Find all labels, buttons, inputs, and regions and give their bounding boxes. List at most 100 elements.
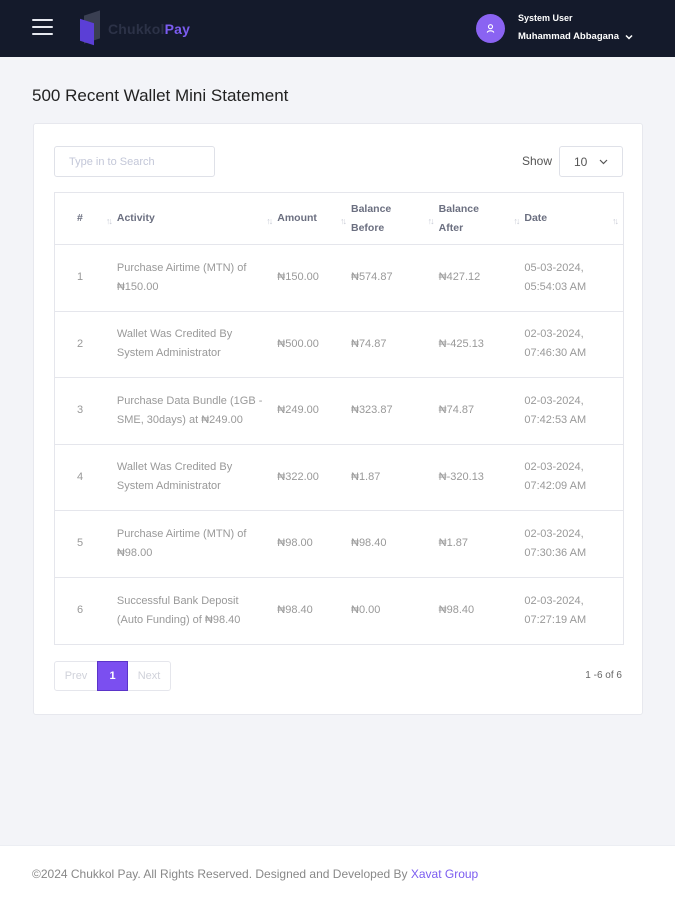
- column-header-balance-before-line2: Before: [351, 221, 385, 234]
- row-index: 3: [77, 404, 84, 417]
- row-activity-line1: Successful Bank Deposit: [116, 594, 239, 607]
- user-menu-toggle[interactable]: Muhammad Abbagana: [518, 31, 633, 42]
- row-date-line2: 05:54:03 AM: [524, 280, 587, 293]
- row-amount: ₦98.00: [277, 537, 313, 550]
- column-header-index-label: #: [77, 212, 83, 224]
- row-activity-line1: Purchase Airtime (MTN) of: [116, 527, 247, 540]
- show-label: Show: [522, 154, 553, 168]
- row-activity-line1: Purchase Data Bundle (1GB -: [116, 394, 263, 407]
- row-date-line1: 02-03-2024,: [524, 461, 584, 474]
- table-row: 5 Purchase Airtime (MTN) of ₦98.00 ₦98.00…: [55, 511, 623, 578]
- row-date-line2: 07:27:19 AM: [524, 613, 587, 626]
- row-activity-line1: Wallet Was Credited By: [116, 328, 233, 341]
- row-date: 02-03-2024, 07:42:09 AM: [524, 445, 623, 511]
- row-balance-before: ₦574.87: [351, 271, 393, 284]
- row-date-line1: 05-03-2024,: [524, 261, 584, 274]
- row-amount: ₦150.00: [277, 271, 319, 284]
- next-page-button[interactable]: Next: [128, 662, 170, 690]
- chevron-down-icon: [599, 159, 608, 164]
- row-activity-line2: System Administrator: [116, 480, 221, 493]
- column-header-amount-label: Amount: [277, 212, 317, 224]
- logo-mark-icon: [80, 10, 102, 46]
- row-activity-line1: Purchase Airtime (MTN) of: [116, 261, 247, 274]
- row-date: 02-03-2024, 07:27:19 AM: [524, 578, 623, 645]
- column-header-date[interactable]: Date ↑↓: [524, 193, 623, 244]
- column-header-balance-before[interactable]: Balance Before ↑↓: [351, 193, 439, 244]
- row-activity: Purchase Data Bundle (1GB - SME, 30days) …: [117, 378, 277, 444]
- row-date: 05-03-2024, 05:54:03 AM: [524, 245, 623, 311]
- column-header-balance-before-line1: Balance: [351, 202, 392, 215]
- row-amount: ₦500.00: [277, 337, 319, 350]
- column-header-balance-after-line2: After: [438, 221, 464, 234]
- sort-icon: ↑↓: [513, 216, 520, 226]
- row-date-line1: 02-03-2024,: [524, 594, 584, 607]
- column-header-activity-label: Activity: [116, 212, 155, 224]
- user-name: Muhammad Abbagana: [518, 31, 619, 42]
- search-input[interactable]: [54, 146, 215, 177]
- table-row: 4 Wallet Was Credited By System Administr…: [55, 445, 623, 511]
- table-row: 6 Successful Bank Deposit (Auto Funding) …: [55, 578, 623, 645]
- brand-name: ChukkolPay: [108, 21, 190, 37]
- row-activity-line1: Wallet Was Credited By: [116, 461, 233, 474]
- row-balance-before: ₦74.87: [351, 337, 387, 350]
- page-1-button[interactable]: 1: [97, 661, 128, 691]
- sort-icon: ↑↓: [105, 216, 113, 226]
- brand-logo[interactable]: ChukkolPay: [80, 10, 190, 46]
- row-index: 5: [77, 537, 84, 550]
- sort-icon: ↑↓: [340, 216, 347, 226]
- table-header-row: # ↑↓ Activity ↑↓ Amount ↑↓ Balance Before ↑↓ …: [55, 193, 623, 245]
- row-date: 02-03-2024, 07:30:36 AM: [524, 511, 623, 577]
- table-row: 3 Purchase Data Bundle (1GB - SME, 30days…: [55, 378, 623, 445]
- brand-name-part2: Pay: [164, 21, 191, 37]
- row-balance-before: ₦1.87: [351, 470, 381, 483]
- pagination: Prev 1 Next: [54, 661, 171, 691]
- column-header-balance-after[interactable]: Balance After ↑↓: [439, 193, 525, 244]
- chevron-down-icon: [625, 34, 633, 40]
- row-amount: ₦322.00: [277, 470, 319, 483]
- row-activity-line2: ₦150.00: [116, 280, 159, 293]
- row-balance-before: ₦323.87: [351, 404, 393, 417]
- row-amount: ₦98.40: [277, 604, 313, 617]
- prev-page-button[interactable]: Prev: [55, 662, 97, 690]
- page-size-select[interactable]: 10: [559, 146, 623, 177]
- row-balance-after: ₦98.40: [438, 604, 475, 617]
- row-activity: Wallet Was Credited By System Administrat…: [117, 312, 277, 378]
- page-size-value: 10: [574, 154, 588, 169]
- row-date-line1: 02-03-2024,: [524, 328, 584, 341]
- row-activity: Wallet Was Credited By System Administrat…: [117, 445, 277, 511]
- row-date-line2: 07:42:09 AM: [524, 480, 587, 493]
- statement-card: Show 10 #↑↓ Activity↑↓ Amount↑↓ BalanceB…: [33, 123, 643, 715]
- row-date-line2: 07:30:36 AM: [524, 546, 587, 559]
- hamburger-menu-icon[interactable]: [32, 19, 53, 37]
- row-date: 02-03-2024, 07:46:30 AM: [524, 312, 623, 378]
- page-title: 500 Recent Wallet Mini Statement: [32, 86, 289, 105]
- row-balance-after: ₦-320.13: [438, 470, 484, 483]
- column-header-index[interactable]: # ↑↓: [55, 193, 117, 244]
- row-index: 4: [77, 470, 84, 483]
- row-balance-before: ₦0.00: [351, 604, 381, 617]
- user-icon: [486, 24, 495, 33]
- column-header-activity[interactable]: Activity ↑↓: [117, 193, 277, 244]
- column-header-amount[interactable]: Amount ↑↓: [277, 193, 351, 244]
- footer-developer-link[interactable]: Xavat Group: [411, 867, 478, 881]
- footer-copyright: ©2024 Chukkol Pay. All Rights Reserved. …: [32, 867, 411, 881]
- row-activity-line2: (Auto Funding) of ₦98.40: [116, 613, 241, 626]
- row-activity-line2: ₦98.00: [116, 546, 153, 559]
- sort-icon: ↑↓: [427, 216, 435, 226]
- page-footer: ©2024 Chukkol Pay. All Rights Reserved. …: [0, 845, 675, 900]
- row-balance-after: ₦1.87: [438, 537, 469, 550]
- user-role: System User: [518, 13, 573, 23]
- row-index: 2: [77, 337, 84, 350]
- sort-icon: ↑↓: [266, 216, 273, 226]
- row-activity: Purchase Airtime (MTN) of ₦98.00: [117, 511, 277, 577]
- row-activity-line2: System Administrator: [116, 347, 221, 360]
- entries-count: 1 -6 of 6: [585, 670, 622, 681]
- row-date-line1: 02-03-2024,: [524, 394, 584, 407]
- row-index: 1: [77, 271, 84, 284]
- statement-table: # ↑↓ Activity ↑↓ Amount ↑↓ Balance Before ↑↓ …: [54, 192, 624, 645]
- row-date-line1: 02-03-2024,: [524, 527, 584, 540]
- row-balance-before: ₦98.40: [351, 537, 387, 550]
- brand-name-part1: Chukkol: [108, 21, 165, 37]
- user-avatar[interactable]: [476, 14, 505, 43]
- row-amount: ₦249.00: [277, 404, 319, 417]
